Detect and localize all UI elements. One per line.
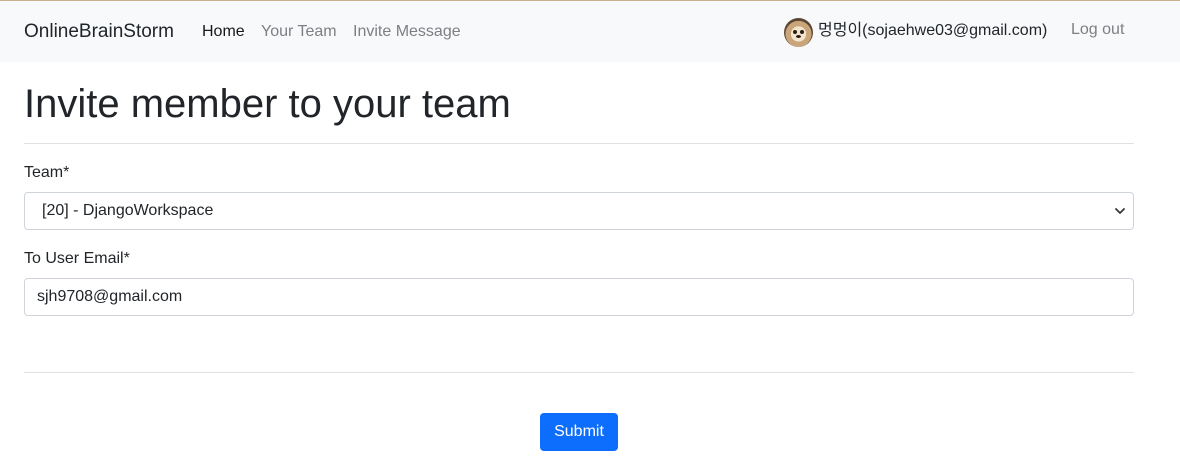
divider-top (24, 143, 1134, 144)
chevron-down-icon (1115, 208, 1125, 214)
team-select-value: [20] - DjangoWorkspace (42, 202, 214, 219)
brand-link[interactable]: OnlineBrainStorm (24, 20, 174, 44)
divider-bottom (24, 372, 1134, 373)
logout-link[interactable]: Log out (1071, 20, 1124, 40)
avatar-eye-left (793, 30, 797, 34)
team-label: Team* (24, 164, 70, 181)
avatar-nose (796, 35, 801, 38)
navbar: OnlineBrainStorm Home Your Team Invite M… (0, 1, 1180, 62)
user-display-name: 멍멍이(sojaehwe03@gmail.com) (818, 22, 1048, 39)
submit-button[interactable]: Submit (540, 413, 618, 451)
email-field-value: sjh9708@gmail.com (37, 288, 183, 305)
team-select[interactable]: [20] - DjangoWorkspace (24, 192, 1134, 230)
nav-home[interactable]: Home (202, 22, 245, 42)
nav-invite-message[interactable]: Invite Message (353, 22, 461, 42)
email-field[interactable]: sjh9708@gmail.com (24, 278, 1134, 316)
avatar (784, 18, 813, 47)
nav-your-team[interactable]: Your Team (261, 22, 337, 42)
avatar-eye-right (800, 30, 804, 34)
email-label: To User Email* (24, 250, 130, 267)
page-title: Invite member to your team (24, 82, 511, 126)
